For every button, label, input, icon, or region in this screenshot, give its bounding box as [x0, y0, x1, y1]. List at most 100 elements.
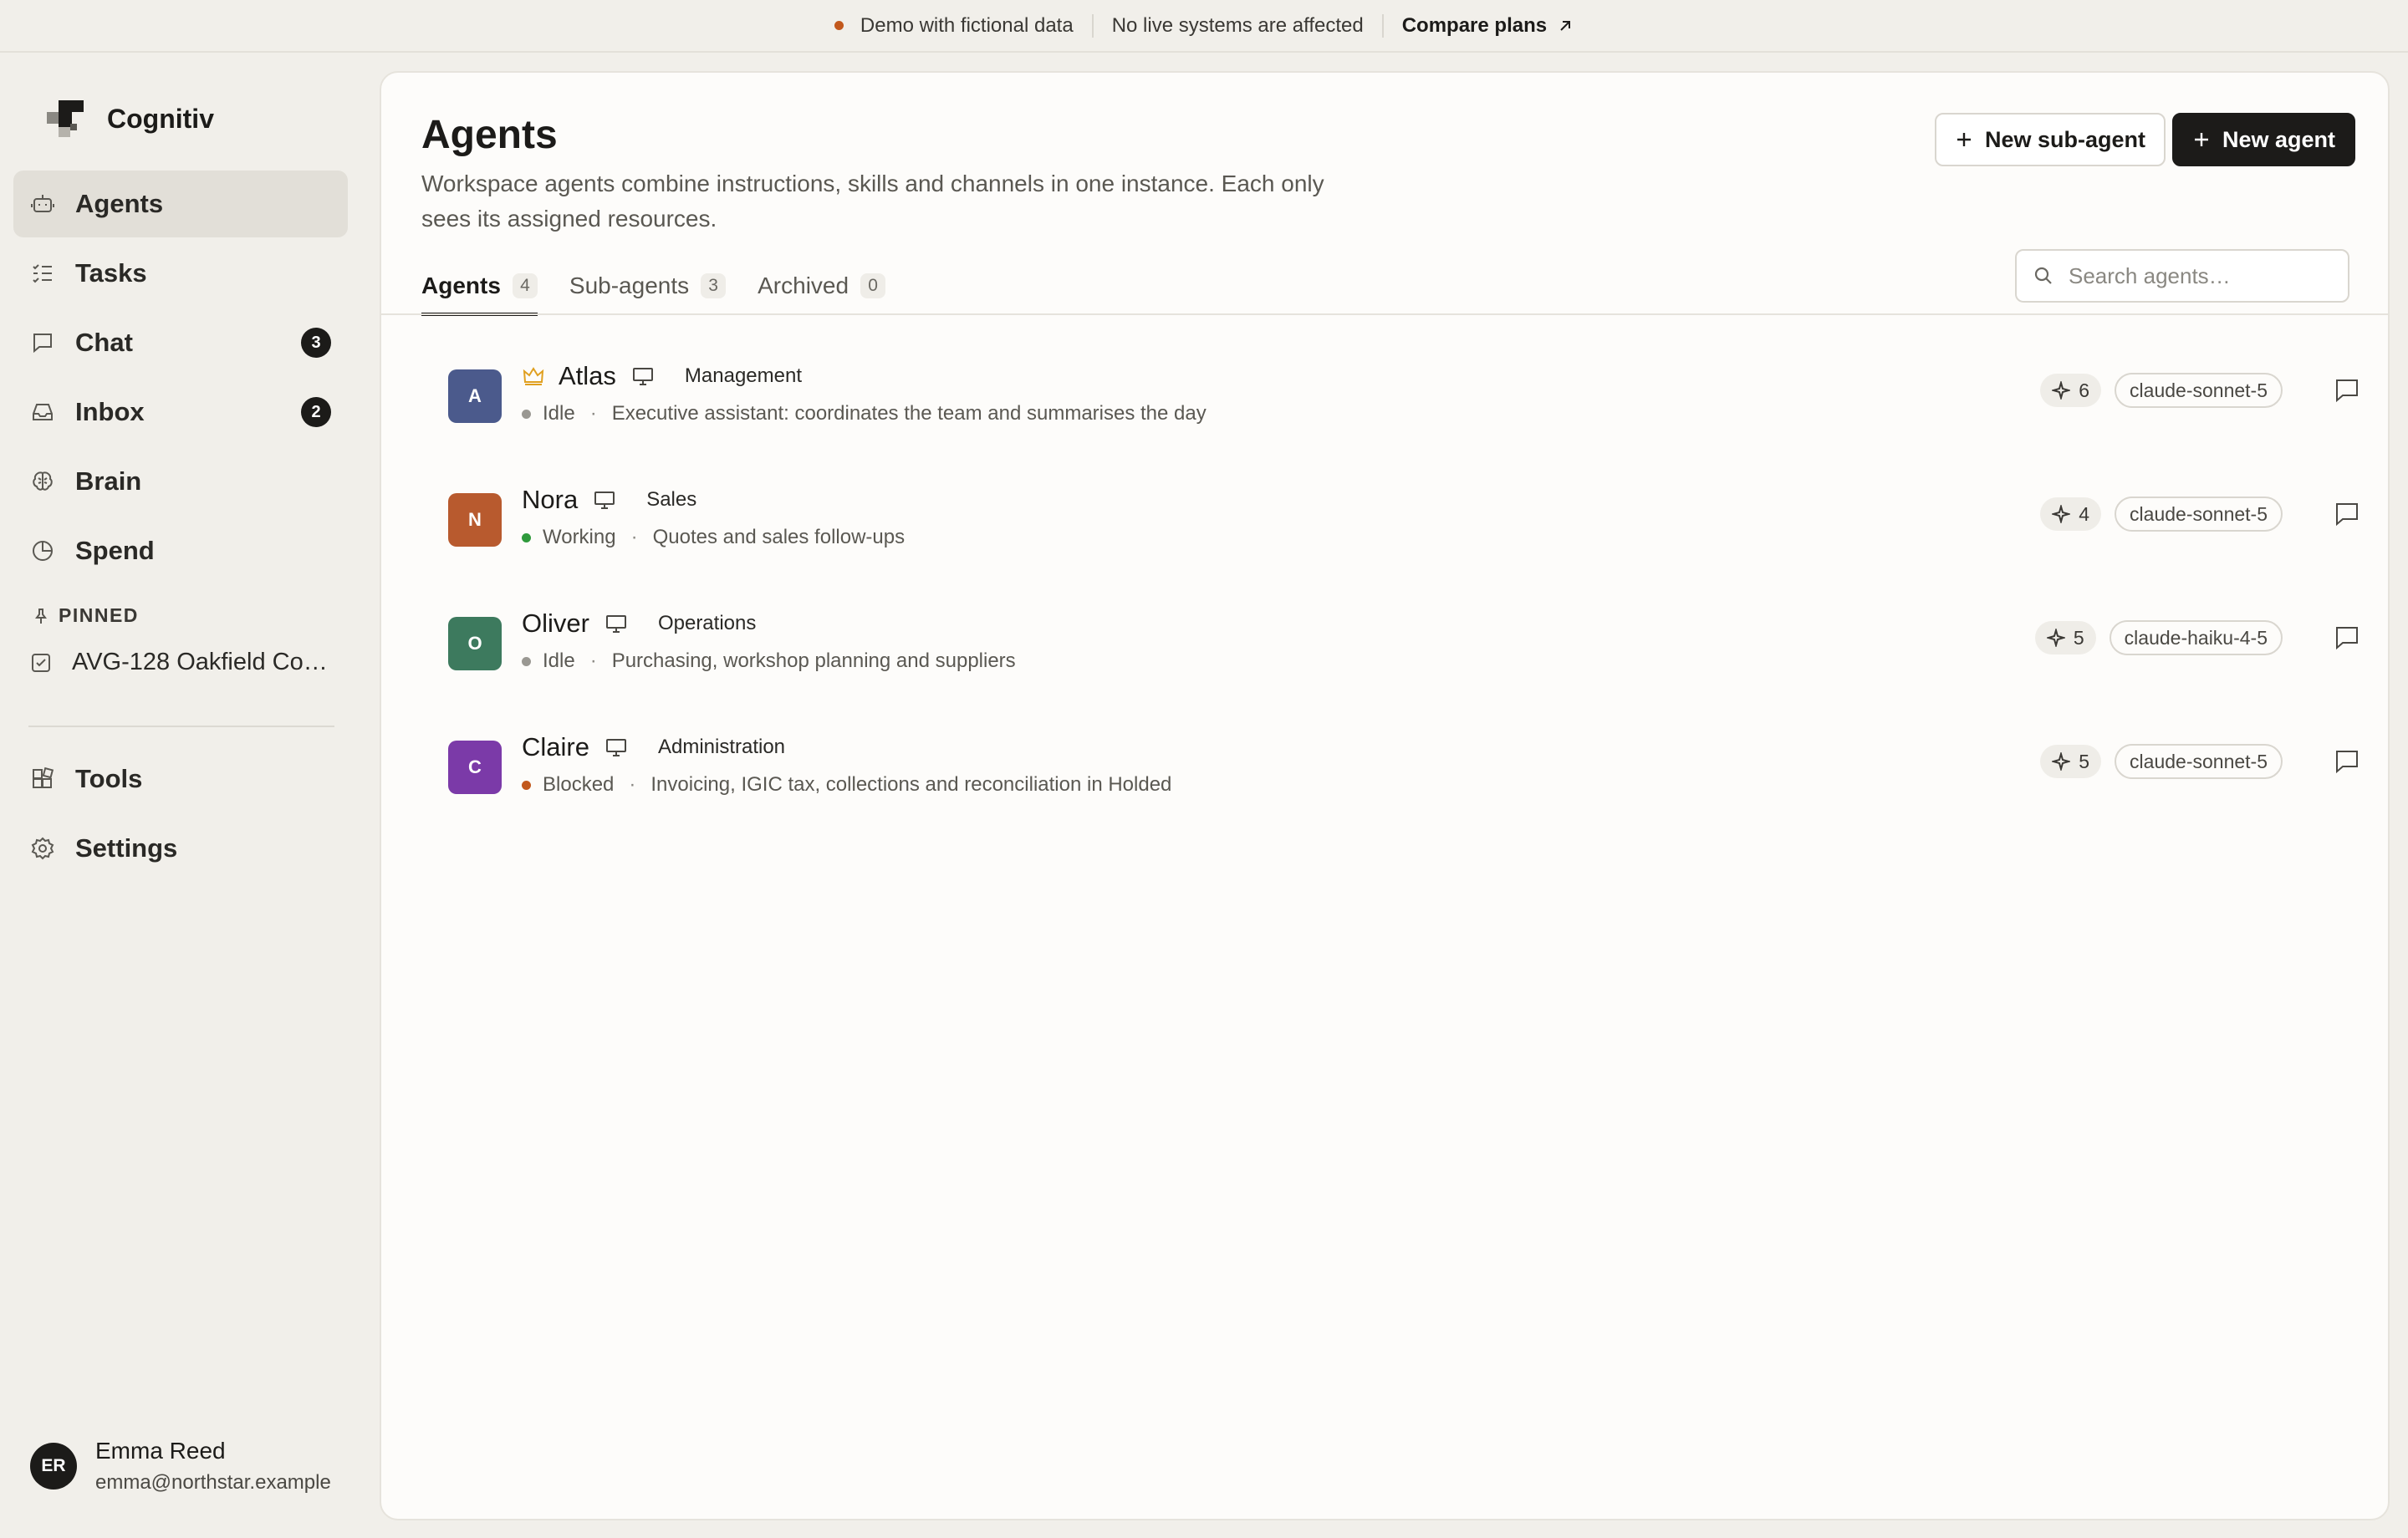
status-dot [522, 532, 531, 542]
nav-label-chat: Chat [75, 328, 133, 357]
arrow-up-right-icon [1560, 20, 1571, 31]
model-badge: claude-sonnet-5 [2115, 373, 2283, 408]
nav-item-agents[interactable]: Agents [13, 171, 348, 237]
sparkle-icon [2052, 505, 2071, 523]
skills-count: 6 [2040, 374, 2102, 407]
new-sub-agent-button[interactable]: New sub-agent [1935, 113, 2166, 166]
separator-dot: · [589, 402, 597, 425]
agent-status: Idle [543, 649, 575, 672]
agent-header: Atlas Management [522, 361, 802, 391]
tab-archived[interactable]: Archived 0 [758, 261, 886, 311]
tasks-icon [33, 264, 52, 283]
separator-dot: · [629, 773, 636, 796]
robot-icon [31, 195, 54, 212]
new-agent-button[interactable]: New agent [2172, 113, 2356, 166]
agent-avatar: C [448, 741, 502, 794]
sparkle-icon [2052, 752, 2071, 771]
pinned-section-label: PINNED [32, 604, 139, 627]
inbox-unread-badge: 2 [301, 397, 331, 427]
demo-banner: Demo with fictional data No live systems… [0, 0, 2408, 53]
nav-item-brain[interactable]: Brain [13, 448, 348, 515]
nav-item-tools[interactable]: Tools [13, 746, 348, 812]
agent-row-claire[interactable]: C Claire Administration Blocked · Invoic… [381, 702, 2388, 826]
sidebar: Cognitiv Agents Tasks Chat 3 Inbox 2 Bra… [0, 53, 378, 1538]
inbox-icon [33, 404, 53, 420]
agent-row-oliver[interactable]: O Oliver Operations Idle · Purchasing, w… [381, 578, 2388, 702]
monitor-icon [605, 739, 626, 756]
search-placeholder: Search agents… [2069, 262, 2231, 288]
nav-label-brain: Brain [75, 466, 142, 496]
agent-avatar: O [448, 617, 502, 670]
model-badge: claude-haiku-4-5 [2109, 620, 2283, 655]
user-profile[interactable]: ER Emma Reed emma@northstar.example [30, 1438, 331, 1495]
secondary-nav: Tools Settings [13, 746, 348, 884]
agent-department: Sales [646, 488, 697, 511]
main-nav: Agents Tasks Chat 3 Inbox 2 Brain Spend [13, 171, 348, 587]
nav-item-settings[interactable]: Settings [13, 815, 348, 882]
separator-dot: · [589, 649, 597, 672]
agent-status: Working [543, 526, 616, 548]
nav-label-tools: Tools [75, 764, 143, 793]
search-agents-input[interactable]: Search agents… [2015, 249, 2349, 303]
nav-item-tasks[interactable]: Tasks [13, 240, 348, 307]
user-name: Emma Reed [95, 1438, 226, 1464]
tab-label: Agents [421, 272, 501, 298]
nav-item-inbox[interactable]: Inbox 2 [13, 379, 348, 446]
chat-icon[interactable] [2333, 500, 2361, 528]
skills-value: 6 [2079, 379, 2090, 401]
banner-divider [1091, 13, 1094, 38]
tab-count: 3 [701, 273, 727, 298]
pinned-item[interactable]: AVG-128 Oakfield Co… [30, 649, 339, 676]
agent-avatar: N [448, 493, 502, 547]
nav-item-chat[interactable]: Chat 3 [13, 309, 348, 376]
cognitiv-logo-icon [47, 100, 84, 137]
status-dot [522, 409, 531, 419]
tab-label: Sub-agents [569, 272, 690, 298]
new-sub-agent-label: New sub-agent [1985, 126, 2146, 152]
tab-agents[interactable]: Agents 4 [421, 261, 538, 316]
monitor-icon [632, 368, 653, 385]
chat-unread-badge: 3 [301, 328, 331, 358]
sparkle-icon [2052, 381, 2071, 400]
user-email: emma@northstar.example [95, 1471, 331, 1494]
tab-count: 4 [512, 273, 538, 298]
agent-department: Administration [657, 736, 786, 758]
agent-header: Claire Administration [522, 732, 785, 762]
model-badge: claude-sonnet-5 [2115, 744, 2283, 779]
separator-dot: · [630, 526, 638, 548]
agent-meta: 5 claude-sonnet-5 [2040, 744, 2361, 779]
avatar: ER [30, 1443, 77, 1490]
brand[interactable]: Cognitiv [47, 100, 214, 137]
pin-icon [35, 608, 47, 624]
banner-divider [1381, 13, 1384, 38]
monitor-icon [605, 615, 626, 633]
agent-row-atlas[interactable]: A Atlas Management Idle · Executive assi… [381, 331, 2388, 455]
nav-label-settings: Settings [75, 833, 178, 863]
skills-value: 4 [2079, 502, 2090, 525]
agent-header: Oliver Operations [522, 609, 756, 639]
nav-item-spend[interactable]: Spend [13, 517, 348, 584]
agent-row-nora[interactable]: N Nora Sales Working · Quotes and sales … [381, 455, 2388, 578]
agent-avatar: A [448, 369, 502, 423]
tools-icon [33, 766, 54, 788]
gear-icon [31, 837, 54, 860]
pinned-item-label: AVG-128 Oakfield Co… [72, 649, 328, 675]
agent-name: Nora [522, 485, 579, 514]
tab-count: 0 [860, 273, 886, 298]
chat-icon [33, 334, 52, 354]
tabs: Agents 4 Sub-agents 3 Archived 0 [421, 261, 886, 316]
chat-icon[interactable] [2333, 747, 2361, 776]
tab-sub-agents[interactable]: Sub-agents 3 [569, 261, 727, 311]
agent-description: Quotes and sales follow-ups [652, 526, 906, 548]
agent-meta: 4 claude-sonnet-5 [2040, 497, 2361, 532]
search-icon [2034, 267, 2052, 284]
compare-plans-label: Compare plans [1401, 13, 1548, 37]
page-title: Agents [421, 113, 558, 157]
chat-icon[interactable] [2333, 624, 2361, 652]
agent-description: Executive assistant: coordinates the tea… [611, 402, 1207, 425]
skills-count: 5 [2040, 745, 2102, 778]
agent-description: Purchasing, workshop planning and suppli… [611, 649, 1016, 672]
compare-plans-link[interactable]: Compare plans [1402, 14, 1574, 38]
chat-icon[interactable] [2333, 376, 2361, 405]
checkbox-icon [32, 653, 50, 672]
